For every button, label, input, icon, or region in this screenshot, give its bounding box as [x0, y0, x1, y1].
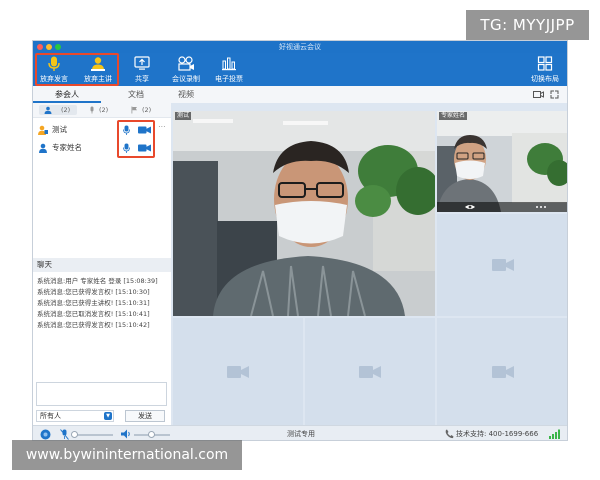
camera-settings-icon[interactable]: [533, 90, 544, 99]
vote-label: 电子投票: [215, 75, 243, 83]
filter-all-count: (2): [61, 106, 71, 114]
vote-icon: [222, 57, 236, 71]
recipient-select[interactable]: 所有人 ▼: [36, 410, 114, 422]
main-video-image: [173, 111, 435, 316]
main-video[interactable]: 测试: [173, 111, 435, 316]
filter-host-count: (2): [142, 106, 152, 114]
mic-filter-icon: [90, 106, 94, 114]
tab-participants[interactable]: 参会人: [33, 86, 101, 103]
mic-volume-handle[interactable]: [71, 431, 78, 438]
support-text: 技术支持: 400-1699-666: [456, 430, 539, 438]
video-placeholder-icon: [359, 365, 381, 378]
phone-icon: [445, 429, 454, 439]
chat-message: 系统消息:您已获得主讲权! [15:10:31]: [37, 299, 150, 307]
video-placeholder-icon: [491, 259, 514, 271]
record-icon: [178, 56, 194, 71]
watermark-telegram: TG: MYYJJPP: [466, 10, 589, 40]
record-button[interactable]: 会议录制: [167, 53, 205, 86]
side-video-image: [437, 111, 567, 212]
toolbar-highlight-box: [35, 53, 119, 86]
flag-icon: [131, 106, 137, 114]
main-video-name: 测试: [175, 112, 192, 120]
side-video[interactable]: 专家姓名: [437, 111, 567, 212]
network-status-icon[interactable]: [40, 429, 51, 440]
participant-filter-row: (2) (2) (2): [33, 103, 171, 118]
participant-name: 专家姓名: [52, 143, 82, 152]
participant-panel: (2) (2) (2) 测试 ⋯ 专家姓名 聊天 系统消息:用户 专家姓名 登录…: [33, 103, 172, 425]
filter-mic[interactable]: (2): [85, 105, 119, 115]
switch-layout-label: 切换布局: [531, 75, 559, 83]
presenter-user-icon: [38, 125, 48, 135]
speaker-volume-handle[interactable]: [148, 431, 155, 438]
signal-strength-icon: [549, 429, 560, 439]
record-label: 会议录制: [172, 75, 200, 83]
status-bar: 测试专用 技术支持: 400-1699-666: [33, 425, 567, 440]
watermark-website: www.bywininternational.com: [12, 440, 242, 470]
microphone-volume-icon[interactable]: [60, 429, 69, 440]
participant-controls-highlight-box: [117, 120, 155, 158]
more-options-icon[interactable]: ⋯: [158, 119, 166, 135]
fullscreen-icon[interactable]: [550, 90, 559, 99]
share-screen-icon: [134, 56, 150, 70]
switch-layout-button[interactable]: 切换布局: [527, 53, 563, 86]
filter-mic-count: (2): [99, 106, 109, 114]
chat-input[interactable]: [36, 382, 167, 406]
side-video-name: 专家姓名: [439, 112, 468, 120]
tab-documents[interactable]: 文档: [103, 86, 169, 103]
tab-video[interactable]: 视频: [171, 86, 201, 103]
filter-all[interactable]: (2): [39, 105, 77, 115]
speaker-icon[interactable]: [121, 429, 131, 439]
mic-volume-slider[interactable]: [71, 431, 113, 438]
chevron-down-icon: ▼: [104, 412, 112, 420]
empty-video-tile[interactable]: [437, 318, 567, 425]
speaker-volume-slider[interactable]: [134, 431, 170, 438]
status-center-text: 测试专用: [287, 430, 315, 438]
empty-video-tile[interactable]: [173, 318, 303, 425]
video-placeholder-icon: [227, 365, 249, 378]
users-icon: [44, 106, 52, 114]
recipient-value: 所有人: [40, 412, 61, 420]
video-area: 测试 专家姓名: [171, 103, 567, 425]
chat-header: 聊天: [33, 258, 171, 272]
chat-message: 系统消息:您已取消发言权! [15:10:41]: [37, 310, 150, 318]
app-window: 好视通云会议 放弃发言 放弃主讲 共享 会议录制 电子投票 切换布局 参会人 文…: [32, 40, 568, 441]
vote-button[interactable]: 电子投票: [210, 53, 248, 86]
video-placeholder-icon: [491, 365, 514, 378]
title-bar: 好视通云会议: [33, 41, 567, 53]
user-icon: [39, 143, 47, 153]
chat-message: 系统消息:用户 专家姓名 登录 [15:08:39]: [37, 277, 158, 285]
empty-video-tile[interactable]: [437, 214, 567, 316]
participant-name: 测试: [52, 125, 67, 134]
share-label: 共享: [135, 75, 149, 83]
filter-host[interactable]: (2): [127, 105, 161, 115]
tab-bar: 参会人 文档 视频: [33, 86, 567, 104]
chat-message: 系统消息:您已获得发言权! [15:10:42]: [37, 321, 150, 329]
window-title: 好视通云会议: [279, 43, 321, 51]
toolbar: 放弃发言 放弃主讲 共享 会议录制 电子投票 切换布局: [33, 53, 567, 86]
send-button[interactable]: 发送: [125, 410, 165, 422]
empty-video-tile[interactable]: [305, 318, 435, 425]
share-button[interactable]: 共享: [127, 53, 157, 86]
layout-grid-icon: [537, 56, 553, 71]
chat-message: 系统消息:您已获得发言权! [15:10:30]: [37, 288, 150, 296]
